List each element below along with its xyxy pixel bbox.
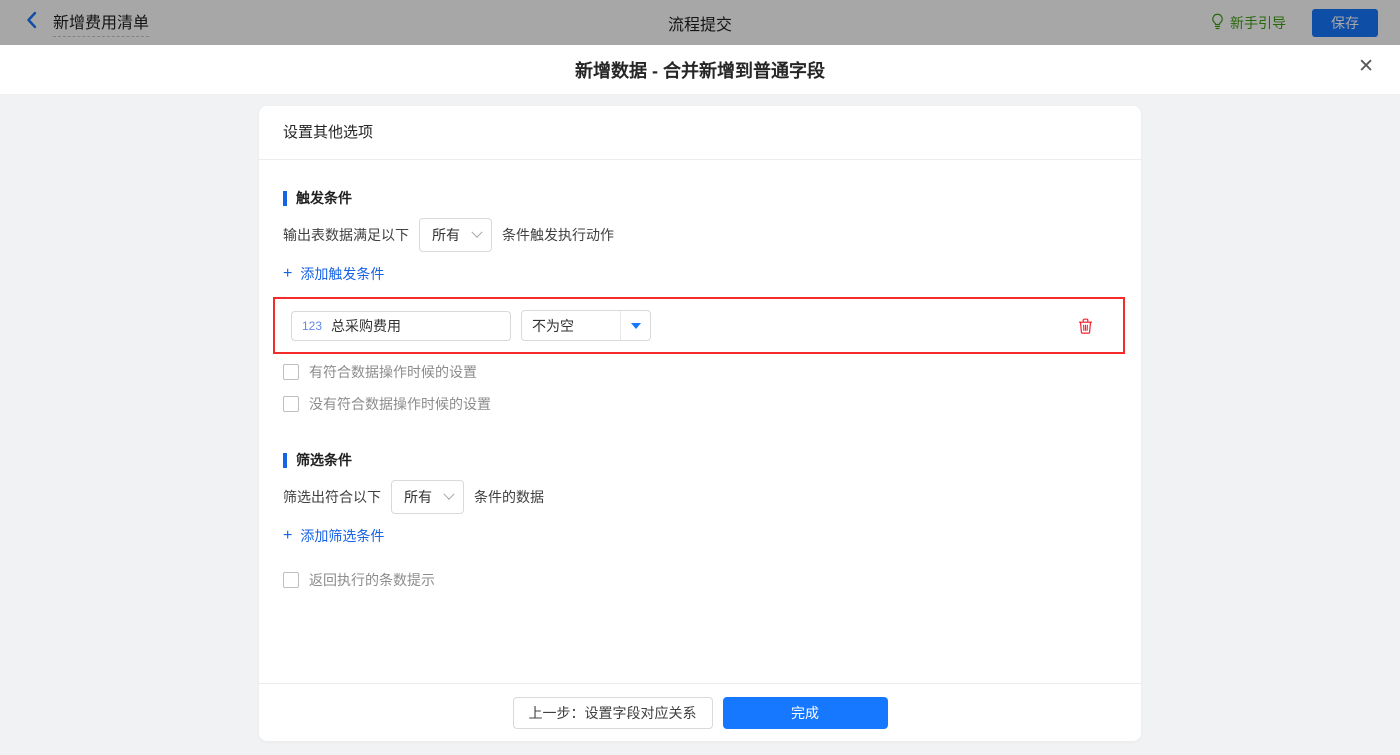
trash-icon	[1079, 318, 1092, 334]
close-icon[interactable]: ✕	[1358, 57, 1374, 76]
trigger-prefix-label: 输出表数据满足以下	[283, 227, 409, 243]
condition-operator-select[interactable]: 不为空	[521, 310, 651, 341]
add-filter-condition-link[interactable]: + 添加筛选条件	[283, 526, 384, 546]
options-card: 设置其他选项 触发条件 输出表数据满足以下 所有 条件触发执行动作 + 添加触发…	[259, 106, 1141, 741]
add-trigger-condition-link[interactable]: + 添加触发条件	[283, 264, 384, 284]
section-marker-bar	[283, 190, 287, 206]
chevron-down-icon	[443, 488, 455, 500]
trigger-section-title: 触发条件	[283, 188, 1117, 208]
checkbox-unchecked[interactable]	[283, 364, 299, 380]
card-footer: 上一步：设置字段对应关系 完成	[259, 683, 1141, 741]
triangle-down-icon	[630, 322, 641, 329]
checkbox-unchecked[interactable]	[283, 396, 299, 412]
card-header-title: 设置其他选项	[259, 106, 1141, 160]
highlighted-condition-row: 123 总采购费用 不为空	[273, 297, 1125, 354]
filter-suffix-label: 条件的数据	[474, 489, 544, 505]
checkbox-unchecked[interactable]	[283, 572, 299, 588]
plus-icon: +	[283, 527, 293, 544]
previous-step-button[interactable]: 上一步：设置字段对应关系	[512, 696, 713, 729]
section-marker-bar	[283, 452, 287, 468]
filter-match-select[interactable]: 所有	[391, 480, 464, 514]
number-field-type-icon: 123	[302, 318, 323, 333]
return-count-checkbox-row[interactable]: 返回执行的条数提示	[283, 570, 435, 590]
done-button[interactable]: 完成	[722, 696, 888, 729]
top-bar: 新增费用清单 流程提交 新手引导 保存	[0, 0, 1400, 45]
card-content: 触发条件 输出表数据满足以下 所有 条件触发执行动作 + 添加触发条件 123	[259, 160, 1141, 683]
chevron-down-icon	[471, 226, 483, 238]
filter-condition-row: 筛选出符合以下 所有 条件的数据	[283, 480, 1117, 514]
filter-prefix-label: 筛选出符合以下	[283, 489, 381, 505]
modal-header: 新增数据 - 合并新增到普通字段 ✕	[0, 45, 1400, 95]
trigger-condition-row: 输出表数据满足以下 所有 条件触发执行动作	[283, 218, 1117, 252]
delete-condition-button[interactable]	[1078, 318, 1093, 334]
no-matching-data-checkbox-row[interactable]: 没有符合数据操作时候的设置	[283, 394, 491, 414]
filter-section-title: 筛选条件	[283, 450, 1117, 470]
trigger-match-select[interactable]: 所有	[419, 218, 492, 252]
has-matching-data-checkbox-row[interactable]: 有符合数据操作时候的设置	[283, 362, 477, 382]
plus-icon: +	[283, 265, 293, 282]
modal-backdrop	[0, 0, 1400, 45]
modal-body: 设置其他选项 触发条件 输出表数据满足以下 所有 条件触发执行动作 + 添加触发…	[0, 95, 1400, 755]
modal-title: 新增数据 - 合并新增到普通字段	[575, 60, 825, 81]
dropdown-arrow-button[interactable]	[620, 311, 650, 340]
condition-field-input[interactable]: 123 总采购费用	[291, 310, 511, 341]
trigger-suffix-label: 条件触发执行动作	[502, 227, 614, 243]
